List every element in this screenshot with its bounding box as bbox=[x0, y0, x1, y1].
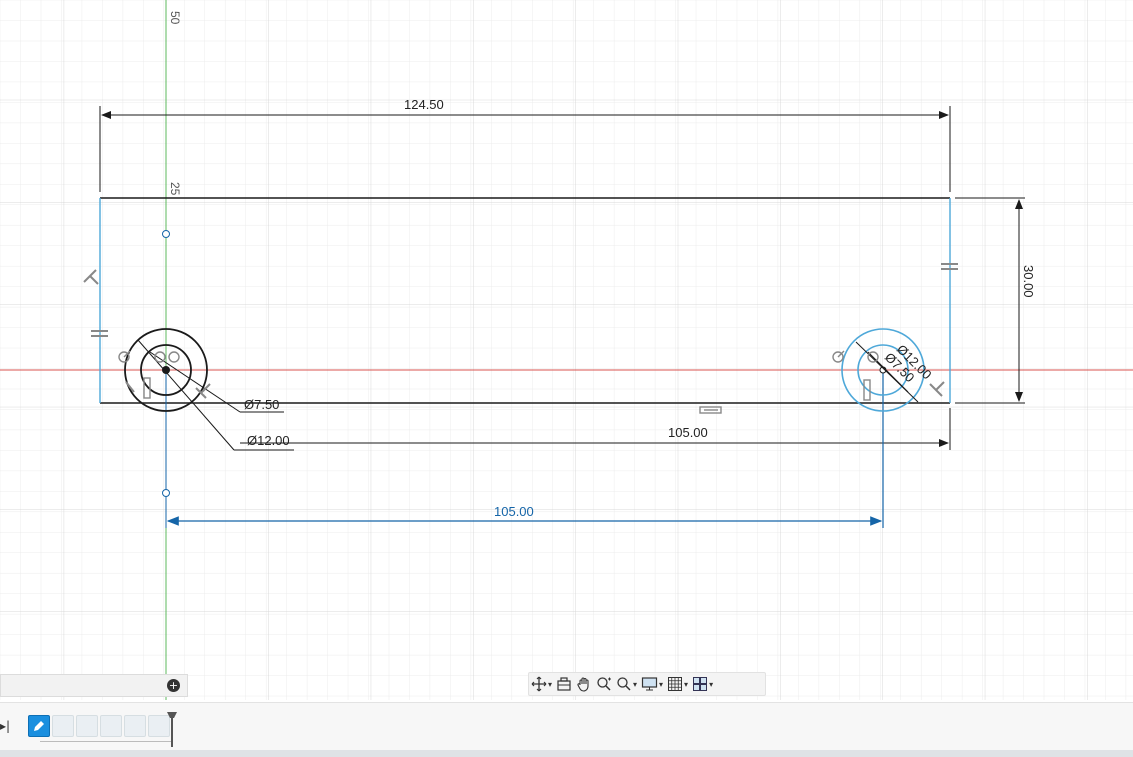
dim-spacing-value[interactable]: 105.00 bbox=[668, 425, 708, 440]
go-to-end-icon[interactable]: ▸| bbox=[0, 719, 10, 733]
dim-width-value[interactable]: 124.50 bbox=[404, 97, 444, 112]
orbit-icon bbox=[531, 676, 547, 692]
orbit-button[interactable]: ▾ bbox=[531, 674, 552, 694]
grid-settings-icon bbox=[668, 677, 683, 691]
look-at-icon bbox=[557, 677, 571, 691]
sketch-point-upper[interactable] bbox=[162, 230, 170, 238]
pan-button[interactable] bbox=[576, 674, 592, 694]
timeline-feature-sketch-2[interactable] bbox=[76, 715, 98, 737]
display-settings-icon bbox=[641, 677, 658, 691]
y-axis-label-25: 25 bbox=[168, 182, 182, 196]
comments-panel[interactable]: + bbox=[0, 674, 188, 697]
y-axis-label-50: 50 bbox=[168, 11, 182, 25]
timeline-track bbox=[40, 741, 172, 742]
left-dia-large-value[interactable]: Ø12.00 bbox=[247, 433, 290, 448]
zoom-window-button[interactable]: ▾ bbox=[616, 674, 637, 694]
status-strip bbox=[0, 750, 1133, 757]
zoom-icon bbox=[597, 677, 612, 691]
driven-dim-value[interactable]: 105.00 bbox=[494, 504, 534, 519]
dim-height-value[interactable]: 30.00 bbox=[1021, 265, 1036, 298]
look-at-button[interactable] bbox=[556, 674, 572, 694]
grid-settings-button[interactable]: ▾ bbox=[667, 674, 688, 694]
display-settings-button[interactable]: ▾ bbox=[641, 674, 663, 694]
timeline-feature-extrude[interactable] bbox=[52, 715, 74, 737]
add-comment-icon[interactable]: + bbox=[167, 679, 180, 692]
sketch-point-lower[interactable] bbox=[162, 489, 170, 497]
zoom-window-icon bbox=[617, 677, 631, 691]
left-dia-small-value[interactable]: Ø7.50 bbox=[244, 397, 279, 412]
viewports-icon bbox=[693, 677, 708, 691]
timeline-bar: ▸| bbox=[0, 702, 1133, 751]
timeline-marker-handle[interactable] bbox=[166, 711, 178, 747]
sketch-feature-icon bbox=[34, 721, 44, 731]
sketch-canvas[interactable]: 50 25 124.50 30.00 105.00 105.00 Ø7.50 Ø… bbox=[0, 0, 1133, 700]
timeline-feature-sketch-3[interactable] bbox=[124, 715, 146, 737]
timeline-feature-sketch[interactable] bbox=[28, 715, 50, 737]
timeline-feature-extrude-2[interactable] bbox=[100, 715, 122, 737]
pan-icon bbox=[577, 677, 589, 692]
sketch-svg[interactable]: 50 25 124.50 30.00 105.00 105.00 Ø7.50 Ø… bbox=[0, 0, 1133, 700]
navigation-toolbar: ▾ ▾ ▾ ▾ ▾ bbox=[528, 672, 766, 696]
zoom-button[interactable] bbox=[596, 674, 612, 694]
viewports-button[interactable]: ▾ bbox=[692, 674, 713, 694]
grid-major bbox=[0, 0, 1133, 700]
